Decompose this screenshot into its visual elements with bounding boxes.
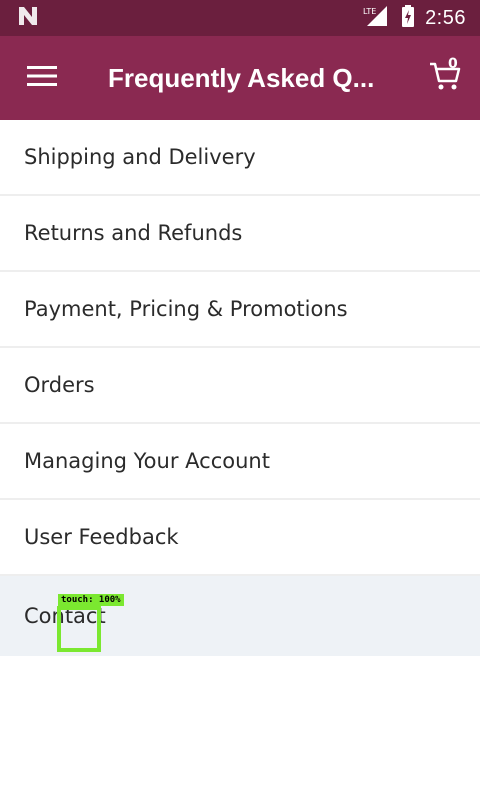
status-indicators: LTE 2:56 [363, 4, 466, 32]
battery-charging-icon [401, 4, 415, 32]
faq-item-label: Orders [24, 373, 95, 397]
status-time: 2:56 [425, 6, 466, 29]
faq-item-shipping[interactable]: Shipping and Delivery [0, 120, 480, 196]
faq-item-label: Managing Your Account [24, 449, 270, 473]
faq-category-list: Shipping and Delivery Returns and Refund… [0, 120, 480, 656]
menu-button[interactable] [0, 36, 84, 120]
lte-signal-icon: LTE [363, 4, 391, 32]
faq-item-payment[interactable]: Payment, Pricing & Promotions [0, 272, 480, 348]
cart-count-badge: 0 [448, 56, 458, 72]
app-bar: Frequently Asked Q... 0 [0, 36, 480, 120]
touch-indicator-label: touch: 100% [58, 594, 124, 606]
faq-item-label: Payment, Pricing & Promotions [24, 297, 348, 321]
app-logo-icon [16, 4, 40, 32]
faq-item-label: User Feedback [24, 525, 179, 549]
faq-item-account[interactable]: Managing Your Account [0, 424, 480, 500]
page-title: Frequently Asked Q... [108, 62, 375, 93]
touch-indicator-box [57, 606, 101, 652]
faq-item-orders[interactable]: Orders [0, 348, 480, 424]
hamburger-menu-icon [27, 65, 57, 91]
faq-item-label: Returns and Refunds [24, 221, 243, 245]
cart-button[interactable]: 0 [410, 36, 480, 120]
faq-item-label: Shipping and Delivery [24, 145, 256, 169]
faq-item-feedback[interactable]: User Feedback [0, 500, 480, 576]
status-bar: LTE 2:56 [0, 0, 480, 36]
network-label: LTE [363, 7, 376, 16]
faq-item-returns[interactable]: Returns and Refunds [0, 196, 480, 272]
